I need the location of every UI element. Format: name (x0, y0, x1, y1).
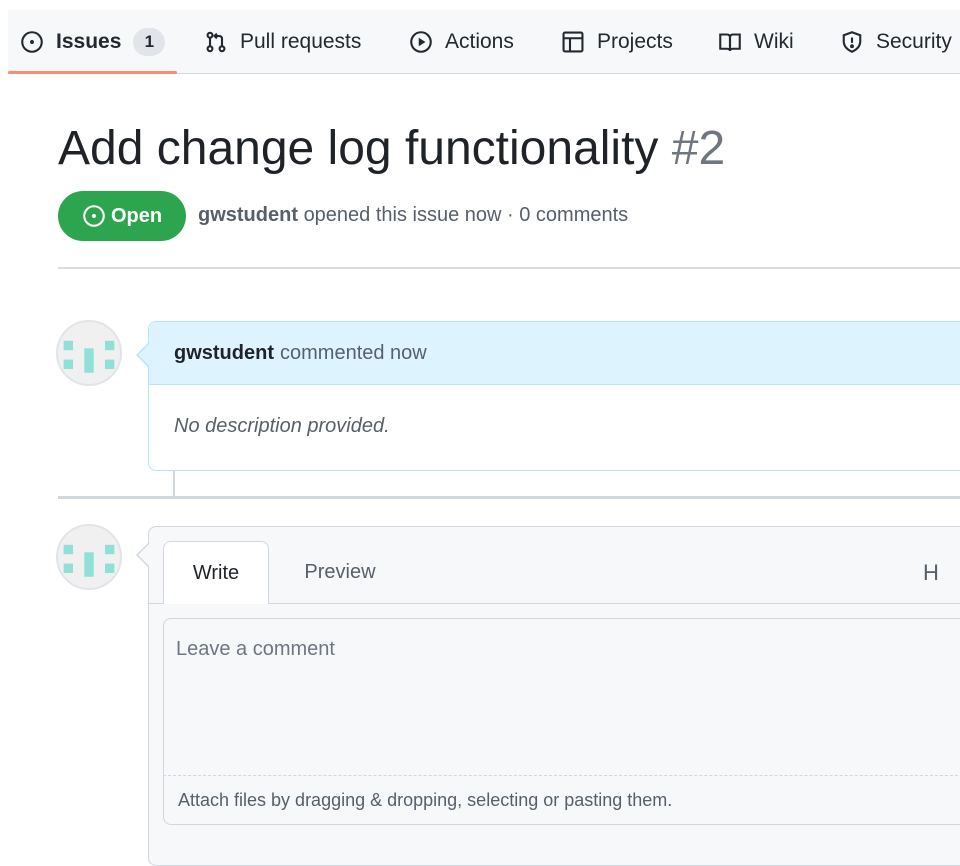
issue-state-badge: Open (58, 191, 186, 241)
avatar[interactable] (56, 524, 122, 590)
shield-icon (842, 30, 862, 53)
identicon-icon (63, 544, 115, 577)
identicon-icon (63, 340, 115, 373)
book-icon (719, 32, 741, 51)
comment-header: gwstudent commented now (149, 322, 960, 385)
tab-security-label: Security (876, 29, 952, 53)
play-icon (410, 30, 432, 53)
form-pointer-fill (138, 544, 149, 566)
comment-author-link[interactable]: gwstudent (174, 342, 274, 365)
issues-counter: 1 (133, 27, 166, 56)
tab-wiki-label: Wiki (754, 29, 794, 53)
issue-state-label: Open (110, 204, 163, 227)
comment-textarea[interactable] (163, 618, 960, 776)
heading-button[interactable]: H (916, 557, 946, 589)
tab-write[interactable]: Write (163, 541, 269, 604)
comment-body: No description provided. (174, 415, 390, 437)
tab-projects[interactable]: Projects (561, 10, 673, 73)
git-pull-request-icon (206, 31, 226, 52)
issue-opened-icon (21, 30, 43, 53)
tab-security[interactable]: Security (840, 10, 952, 73)
tab-pull-requests-label: Pull requests (240, 29, 362, 53)
issue-title-text: Add change log functionality (58, 122, 659, 175)
tab-actions[interactable]: Actions (409, 10, 514, 73)
header-divider (58, 267, 960, 269)
comment-pointer-fill (138, 344, 149, 366)
tab-pull-requests[interactable]: Pull requests (204, 10, 361, 73)
issue-meta: gwstudent opened this issue now · 0 comm… (198, 204, 628, 227)
tab-issues-label: Issues (56, 29, 122, 53)
timeline-line (173, 471, 175, 497)
tab-projects-label: Projects (597, 29, 673, 53)
comment-action-text: commented now (280, 341, 427, 364)
attach-files-bar[interactable]: Attach files by dragging & dropping, sel… (163, 775, 960, 825)
avatar[interactable] (56, 320, 122, 386)
repo-nav: Issues 1 Pull requests Actions Projects (8, 10, 960, 74)
selected-tab-underline (8, 71, 177, 74)
tab-issues[interactable]: Issues 1 (20, 10, 166, 73)
issue-opened-icon (83, 205, 105, 227)
issue-author-link[interactable]: gwstudent (198, 204, 298, 226)
tab-preview[interactable]: Preview (278, 541, 402, 604)
comment-box: gwstudent commented now No description p… (148, 321, 960, 471)
tab-actions-label: Actions (445, 29, 514, 53)
tab-wiki[interactable]: Wiki (718, 10, 794, 73)
timeline-divider (58, 496, 960, 499)
table-icon (562, 31, 584, 53)
issue-meta-text: opened this issue now · 0 comments (303, 204, 629, 226)
issue-number: #2 (671, 122, 726, 175)
tab-bar-line (149, 603, 960, 604)
issue-title: Add change log functionality #2 (58, 120, 725, 178)
